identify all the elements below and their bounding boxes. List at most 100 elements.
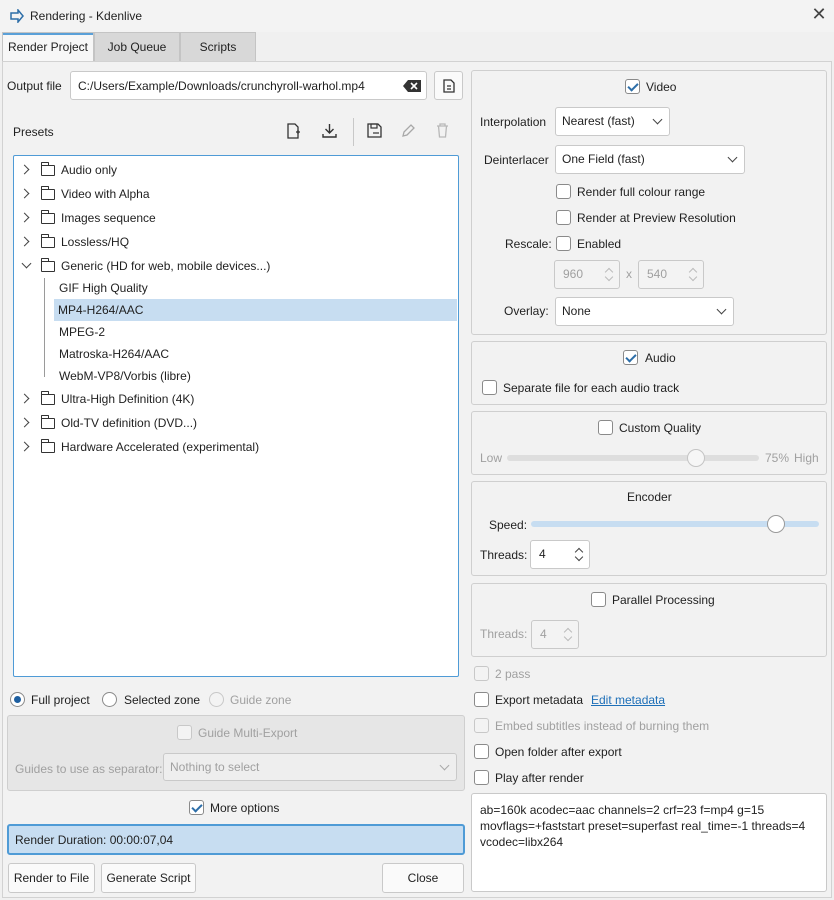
speed-slider-handle[interactable] bbox=[766, 515, 785, 533]
parallel-threads-value: 4 bbox=[540, 627, 547, 641]
kdenlive-logo-icon bbox=[10, 9, 24, 23]
video-label: Video bbox=[646, 80, 677, 94]
tree-item-label: MP4-H264/AAC bbox=[58, 303, 144, 317]
spin-down-icon bbox=[563, 632, 573, 642]
tree-item-label: GIF High Quality bbox=[59, 281, 148, 295]
generate-script-button[interactable]: Generate Script bbox=[101, 863, 196, 893]
parallel-processing-checkbox[interactable] bbox=[591, 592, 606, 607]
expand-arrow-icon[interactable] bbox=[19, 236, 30, 247]
expand-arrow-icon[interactable] bbox=[19, 188, 30, 199]
close-button[interactable]: Close bbox=[382, 863, 464, 893]
expand-arrow-icon[interactable] bbox=[19, 417, 30, 428]
separate-audio-checkbox[interactable] bbox=[482, 380, 497, 395]
tab-scripts[interactable]: Scripts bbox=[180, 32, 256, 62]
preview-resolution-checkbox[interactable] bbox=[556, 210, 571, 225]
spin-down-icon bbox=[688, 272, 698, 282]
clear-input-icon[interactable] bbox=[403, 80, 421, 92]
tree-item-uhd[interactable]: Ultra-High Definition (4K) bbox=[15, 388, 457, 410]
expand-arrow-icon[interactable] bbox=[19, 212, 30, 223]
overlay-value: None bbox=[562, 304, 591, 318]
download-preset-icon[interactable] bbox=[322, 123, 337, 139]
quality-value: 75% bbox=[765, 451, 790, 465]
overlay-dropdown[interactable]: None bbox=[555, 297, 734, 326]
rescale-height-spinbox: 540 bbox=[638, 260, 704, 289]
threads-spinbox[interactable]: 4 bbox=[530, 540, 590, 569]
presets-tree[interactable]: Audio only Video with Alpha Images seque… bbox=[13, 155, 459, 677]
output-file-value: C:/Users/Example/Downloads/crunchyroll-w… bbox=[78, 79, 365, 93]
folder-icon bbox=[40, 258, 55, 272]
expand-arrow-icon[interactable] bbox=[19, 164, 30, 175]
window-title: Rendering - Kdenlive bbox=[30, 9, 143, 23]
file-icon bbox=[443, 79, 455, 93]
quality-high-label: High bbox=[794, 451, 819, 465]
tab-render-project[interactable]: Render Project bbox=[2, 32, 94, 62]
tree-item-images-sequence[interactable]: Images sequence bbox=[15, 207, 457, 229]
deinterlacer-dropdown[interactable]: One Field (fast) bbox=[555, 145, 745, 174]
selected-zone-radio[interactable] bbox=[102, 692, 117, 707]
export-metadata-label: Export metadata bbox=[495, 693, 584, 707]
audio-checkbox[interactable] bbox=[623, 350, 638, 365]
tree-item-webm[interactable]: WebM-VP8/Vorbis (libre) bbox=[15, 365, 457, 387]
tree-item-mp4-selected[interactable]: MP4-H264/AAC bbox=[54, 299, 457, 321]
threads-value: 4 bbox=[539, 547, 546, 561]
save-preset-icon[interactable] bbox=[367, 123, 382, 138]
tree-item-label: MPEG-2 bbox=[59, 325, 106, 339]
full-colour-range-checkbox[interactable] bbox=[556, 184, 571, 199]
export-metadata-checkbox[interactable] bbox=[474, 692, 489, 707]
browse-file-button[interactable] bbox=[434, 71, 463, 100]
tree-item-video-alpha[interactable]: Video with Alpha bbox=[15, 183, 457, 205]
full-project-radio[interactable] bbox=[10, 692, 25, 707]
rescale-width-spinbox: 960 bbox=[554, 260, 620, 289]
tree-item-mpeg2[interactable]: MPEG-2 bbox=[15, 321, 457, 343]
tree-item-label: Ultra-High Definition (4K) bbox=[61, 392, 195, 406]
full-project-label: Full project bbox=[31, 693, 90, 707]
expand-arrow-icon[interactable] bbox=[19, 393, 30, 404]
open-folder-label: Open folder after export bbox=[495, 745, 622, 759]
guide-multi-export-checkbox bbox=[177, 725, 192, 740]
render-duration-text: Render Duration: 00:00:07,04 bbox=[15, 833, 174, 847]
tree-item-audio-only[interactable]: Audio only bbox=[15, 159, 457, 181]
expand-arrow-icon[interactable] bbox=[19, 441, 30, 452]
embed-subtitles-label: Embed subtitles instead of burning them bbox=[495, 719, 710, 733]
tree-item-matroska[interactable]: Matroska-H264/AAC bbox=[15, 343, 457, 365]
tree-item-label: Lossless/HQ bbox=[61, 235, 130, 249]
output-file-label: Output file bbox=[7, 79, 62, 93]
more-options-checkbox[interactable] bbox=[189, 800, 204, 815]
tree-item-label: Generic (HD for web, mobile devices...) bbox=[61, 259, 271, 273]
collapse-arrow-icon[interactable] bbox=[21, 258, 32, 269]
render-to-file-button[interactable]: Render to File bbox=[8, 863, 95, 893]
chevron-down-icon bbox=[652, 114, 663, 125]
interpolation-dropdown[interactable]: Nearest (fast) bbox=[555, 107, 670, 136]
window-close-icon[interactable]: ✕ bbox=[808, 4, 830, 26]
interpolation-label: Interpolation bbox=[480, 115, 547, 129]
edit-metadata-link[interactable]: Edit metadata bbox=[591, 693, 665, 707]
render-parameters-textarea[interactable]: ab=160k acodec=aac channels=2 crf=23 f=m… bbox=[471, 793, 827, 892]
toolbar-divider bbox=[353, 118, 354, 146]
quality-slider-handle bbox=[687, 449, 705, 467]
tree-item-generic[interactable]: Generic (HD for web, mobile devices...) bbox=[15, 255, 457, 277]
encoder-title: Encoder bbox=[627, 490, 672, 504]
rescale-enabled-checkbox[interactable] bbox=[556, 236, 571, 251]
open-folder-checkbox[interactable] bbox=[474, 744, 489, 759]
title-bar: Rendering - Kdenlive ✕ bbox=[0, 0, 834, 32]
two-pass-label: 2 pass bbox=[495, 667, 531, 681]
guide-zone-label: Guide zone bbox=[230, 693, 292, 707]
separator-dropdown: Nothing to select bbox=[163, 753, 457, 781]
tree-item-hw-accel[interactable]: Hardware Accelerated (experimental) bbox=[15, 436, 457, 458]
new-preset-icon[interactable] bbox=[287, 123, 301, 139]
quality-group: Custom Quality Low 75% High bbox=[471, 411, 827, 475]
spin-down-icon[interactable] bbox=[574, 552, 584, 562]
tree-item-lossless[interactable]: Lossless/HQ bbox=[15, 231, 457, 253]
audio-group: Audio Separate file for each audio track bbox=[471, 341, 827, 405]
output-file-input[interactable]: C:/Users/Example/Downloads/crunchyroll-w… bbox=[70, 71, 427, 100]
tree-item-label: Matroska-H264/AAC bbox=[59, 347, 170, 361]
play-after-render-checkbox[interactable] bbox=[474, 770, 489, 785]
tree-item-gif[interactable]: GIF High Quality bbox=[15, 277, 457, 299]
tree-item-label: Video with Alpha bbox=[61, 187, 150, 201]
custom-quality-checkbox[interactable] bbox=[598, 420, 613, 435]
tree-item-old-tv[interactable]: Old-TV definition (DVD...) bbox=[15, 412, 457, 434]
video-checkbox[interactable] bbox=[625, 79, 640, 94]
audio-label: Audio bbox=[645, 351, 676, 365]
folder-icon bbox=[40, 391, 55, 405]
tab-job-queue[interactable]: Job Queue bbox=[94, 32, 180, 62]
